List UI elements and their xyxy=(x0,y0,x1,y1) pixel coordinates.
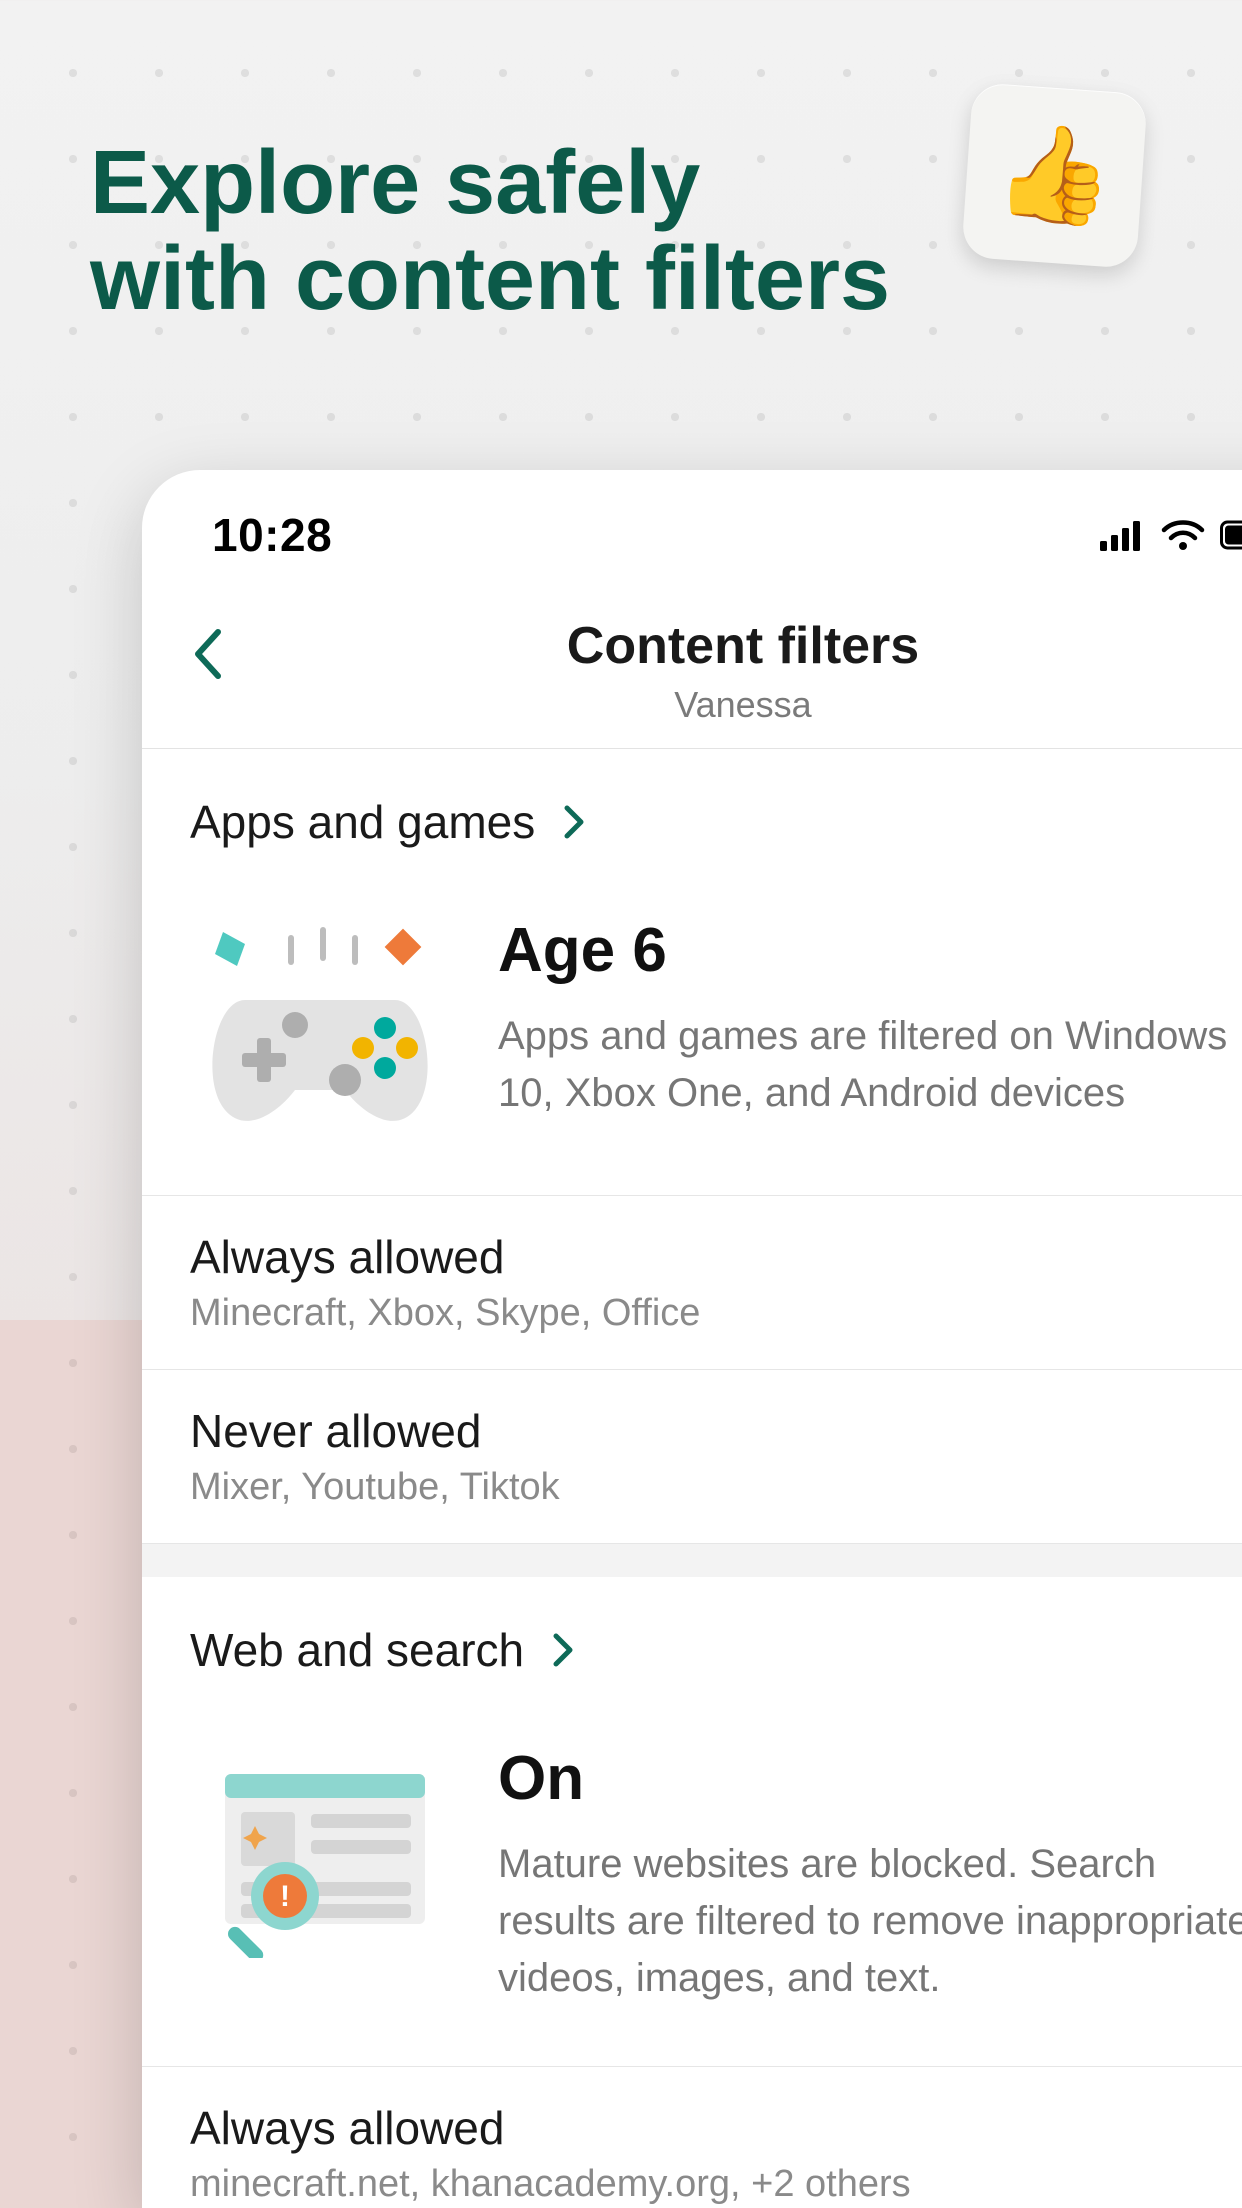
section-apps-header[interactable]: Apps and games xyxy=(142,749,1242,885)
back-button[interactable] xyxy=(186,626,242,682)
section-web-label: Web and search xyxy=(190,1623,524,1677)
phone-frame: 10:28 Content filters Vanessa Apps and g… xyxy=(142,470,1242,2208)
row-title: Never allowed xyxy=(190,1404,1242,1458)
svg-text:!: ! xyxy=(280,1880,290,1913)
row-subtitle: Mixer, Youtube, Tiktok xyxy=(190,1466,1242,1509)
apps-age-feature: Age 6 Apps and games are filtered on Win… xyxy=(142,885,1242,1195)
row-never-allowed-apps[interactable]: Never allowed Mixer, Youtube, Tiktok xyxy=(142,1369,1242,1543)
statusbar: 10:28 xyxy=(142,470,1242,590)
hero-line1: Explore safely xyxy=(90,133,700,233)
statusbar-time: 10:28 xyxy=(212,508,332,562)
hero-line2: with content filters xyxy=(90,229,890,329)
page-title: Content filters xyxy=(142,616,1242,676)
gamepad-icon xyxy=(190,915,450,1135)
wifi-icon xyxy=(1160,518,1206,552)
hero-headline: Explore safely with content filters xyxy=(90,135,1042,328)
thumbs-up-emoji: 👍 xyxy=(992,116,1118,235)
row-always-allowed-web[interactable]: Always allowed minecraft.net, khanacadem… xyxy=(142,2066,1242,2208)
row-subtitle: Minecraft, Xbox, Skype, Office xyxy=(190,1292,1242,1335)
chevron-right-icon xyxy=(561,802,587,842)
statusbar-icons xyxy=(1100,518,1242,552)
section-web-header[interactable]: Web and search xyxy=(142,1577,1242,1713)
section-apps-label: Apps and games xyxy=(190,795,535,849)
web-status-feature: ! On Mature websites are blocked. Search… xyxy=(142,1713,1242,2066)
browser-search-icon: ! xyxy=(190,1743,450,1963)
chevron-right-icon xyxy=(550,1630,576,1670)
row-title: Always allowed xyxy=(190,2101,1242,2155)
section-divider xyxy=(142,1543,1242,1577)
battery-icon xyxy=(1220,519,1242,551)
nav-header: Content filters Vanessa xyxy=(142,590,1242,749)
row-always-allowed-apps[interactable]: Always allowed Minecraft, Xbox, Skype, O… xyxy=(142,1195,1242,1369)
web-status-desc: Mature websites are blocked. Search resu… xyxy=(498,1836,1242,2006)
apps-age-title: Age 6 xyxy=(498,915,1242,986)
row-title: Always allowed xyxy=(190,1230,1242,1284)
web-status-title: On xyxy=(498,1743,1242,1814)
apps-age-desc: Apps and games are filtered on Windows 1… xyxy=(498,1008,1242,1122)
thumbs-up-icon: 👍 xyxy=(961,82,1148,269)
row-subtitle: minecraft.net, khanacademy.org, +2 other… xyxy=(190,2163,1242,2206)
page-subtitle: Vanessa xyxy=(142,684,1242,726)
signal-icon xyxy=(1100,519,1146,551)
